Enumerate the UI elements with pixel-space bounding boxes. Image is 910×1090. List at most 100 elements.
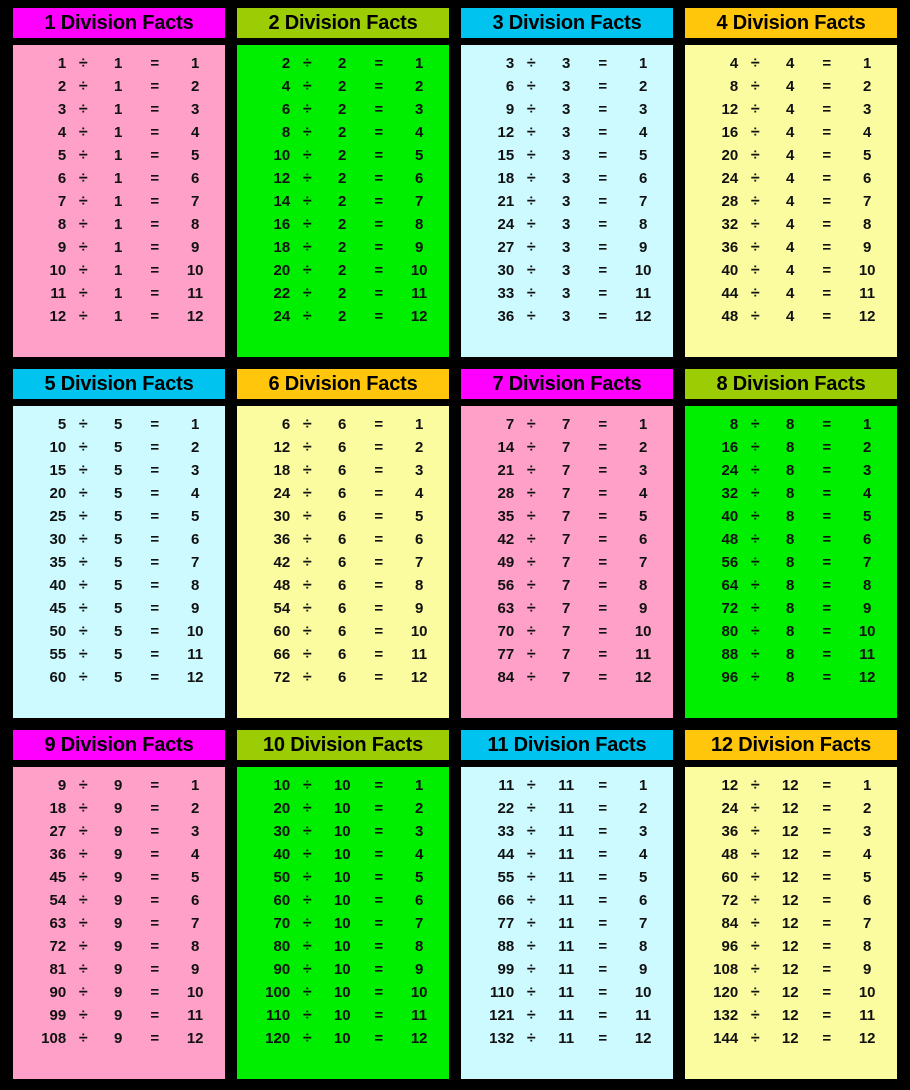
- fact-quotient: 5: [191, 508, 200, 525]
- card-header-1: 1 Division Facts: [13, 8, 225, 38]
- divide-operator-icon: ÷: [750, 822, 760, 840]
- fact-quotient: 9: [415, 239, 424, 256]
- fact-divisor: 7: [562, 416, 571, 433]
- fact-divisor: 8: [786, 600, 795, 617]
- fact-quotient: 6: [191, 531, 200, 548]
- equals-operator-icon: =: [822, 623, 832, 640]
- equals-operator-icon: =: [150, 170, 160, 187]
- divide-operator-icon: ÷: [78, 1029, 88, 1047]
- fact-divisor: 9: [114, 777, 123, 794]
- fact-divisor: 9: [114, 869, 123, 886]
- fact-quotient: 2: [191, 78, 200, 95]
- fact-dividend: 28: [497, 485, 515, 502]
- equals-operator-icon: =: [822, 462, 832, 479]
- fact-row: 20 ÷ 2 = 10: [243, 259, 443, 282]
- fact-divisor: 6: [338, 600, 347, 617]
- card-header-12: 12 Division Facts: [685, 730, 897, 760]
- fact-quotient: 5: [639, 869, 648, 886]
- fact-row: 8 ÷ 4 = 2: [691, 75, 891, 98]
- fact-quotient: 1: [639, 55, 648, 72]
- fact-divisor: 2: [338, 285, 347, 302]
- fact-row: 45 ÷ 5 = 9: [19, 597, 219, 620]
- equals-operator-icon: =: [822, 984, 832, 1001]
- fact-quotient: 1: [191, 777, 200, 794]
- fact-dividend: 6: [505, 78, 515, 95]
- equals-operator-icon: =: [374, 800, 384, 817]
- fact-divisor: 3: [562, 78, 571, 95]
- card-title-1: 1 Division Facts: [44, 12, 194, 34]
- fact-row: 42 ÷ 6 = 7: [243, 551, 443, 574]
- fact-row: 42 ÷ 7 = 6: [467, 528, 667, 551]
- fact-row: 8 ÷ 1 = 8: [19, 213, 219, 236]
- divide-operator-icon: ÷: [78, 937, 88, 955]
- fact-quotient: 4: [639, 485, 648, 502]
- equals-operator-icon: =: [598, 600, 608, 617]
- fact-row: 8 ÷ 8 = 1: [691, 413, 891, 436]
- fact-row: 4 ÷ 4 = 1: [691, 52, 891, 75]
- fact-row: 60 ÷ 5 = 12: [19, 666, 219, 689]
- divide-operator-icon: ÷: [750, 1006, 760, 1024]
- equals-operator-icon: =: [374, 869, 384, 886]
- equals-operator-icon: =: [598, 938, 608, 955]
- fact-quotient: 3: [415, 101, 424, 118]
- fact-dividend: 24: [273, 308, 291, 325]
- fact-row: 3 ÷ 1 = 3: [19, 98, 219, 121]
- fact-divisor: 8: [786, 554, 795, 571]
- fact-dividend: 5: [57, 416, 67, 433]
- card-body-5: 5 ÷ 5 = 1 10 ÷ 5 = 2 15 ÷ 5 = 3 20 ÷ 5 = 4 25 ÷ 5 = 5 30 ÷ 5 = 6 35 ÷ 5 =…: [13, 406, 225, 718]
- fact-row: 21 ÷ 7 = 3: [467, 459, 667, 482]
- fact-dividend: 96: [721, 938, 739, 955]
- fact-divisor: 10: [333, 823, 351, 840]
- equals-operator-icon: =: [598, 216, 608, 233]
- fact-divisor: 6: [338, 439, 347, 456]
- divide-operator-icon: ÷: [78, 845, 88, 863]
- fact-dividend: 90: [273, 961, 291, 978]
- fact-divisor: 10: [333, 892, 351, 909]
- fact-row: 55 ÷ 11 = 5: [467, 866, 667, 889]
- header-divider: [461, 760, 673, 767]
- fact-row: 15 ÷ 5 = 3: [19, 459, 219, 482]
- equals-operator-icon: =: [374, 285, 384, 302]
- fact-divisor: 10: [333, 938, 351, 955]
- equals-operator-icon: =: [598, 531, 608, 548]
- fact-divisor: 9: [114, 1030, 123, 1047]
- divide-operator-icon: ÷: [302, 622, 312, 640]
- fact-divisor: 3: [562, 170, 571, 187]
- fact-quotient: 12: [634, 1030, 652, 1047]
- fact-divisor: 4: [786, 55, 795, 72]
- divide-operator-icon: ÷: [78, 822, 88, 840]
- fact-row: 81 ÷ 9 = 9: [19, 958, 219, 981]
- fact-divisor: 5: [114, 416, 123, 433]
- fact-dividend: 88: [721, 646, 739, 663]
- fact-row: 88 ÷ 11 = 8: [467, 935, 667, 958]
- fact-divisor: 7: [562, 623, 571, 640]
- fact-divisor: 7: [562, 439, 571, 456]
- equals-operator-icon: =: [374, 554, 384, 571]
- divide-operator-icon: ÷: [750, 438, 760, 456]
- fact-divisor: 2: [338, 147, 347, 164]
- fact-quotient: 9: [863, 239, 872, 256]
- card-header-2: 2 Division Facts: [237, 8, 449, 38]
- equals-operator-icon: =: [150, 1007, 160, 1024]
- fact-divisor: 3: [562, 193, 571, 210]
- fact-quotient: 10: [410, 262, 428, 279]
- divide-operator-icon: ÷: [302, 77, 312, 95]
- fact-dividend: 7: [57, 193, 67, 210]
- fact-dividend: 11: [498, 777, 515, 794]
- equals-operator-icon: =: [598, 239, 608, 256]
- fact-dividend: 40: [721, 508, 739, 525]
- fact-row: 16 ÷ 4 = 4: [691, 121, 891, 144]
- fact-divisor: 6: [338, 669, 347, 686]
- divide-operator-icon: ÷: [526, 1006, 536, 1024]
- fact-divisor: 1: [114, 216, 123, 233]
- divide-operator-icon: ÷: [302, 1006, 312, 1024]
- fact-divisor: 1: [114, 78, 123, 95]
- equals-operator-icon: =: [374, 78, 384, 95]
- divide-operator-icon: ÷: [750, 776, 760, 794]
- fact-quotient: 11: [187, 285, 204, 302]
- fact-divisor: 2: [338, 308, 347, 325]
- fact-dividend: 6: [281, 416, 291, 433]
- fact-dividend: 40: [721, 262, 739, 279]
- fact-dividend: 10: [49, 262, 67, 279]
- fact-dividend: 20: [273, 262, 291, 279]
